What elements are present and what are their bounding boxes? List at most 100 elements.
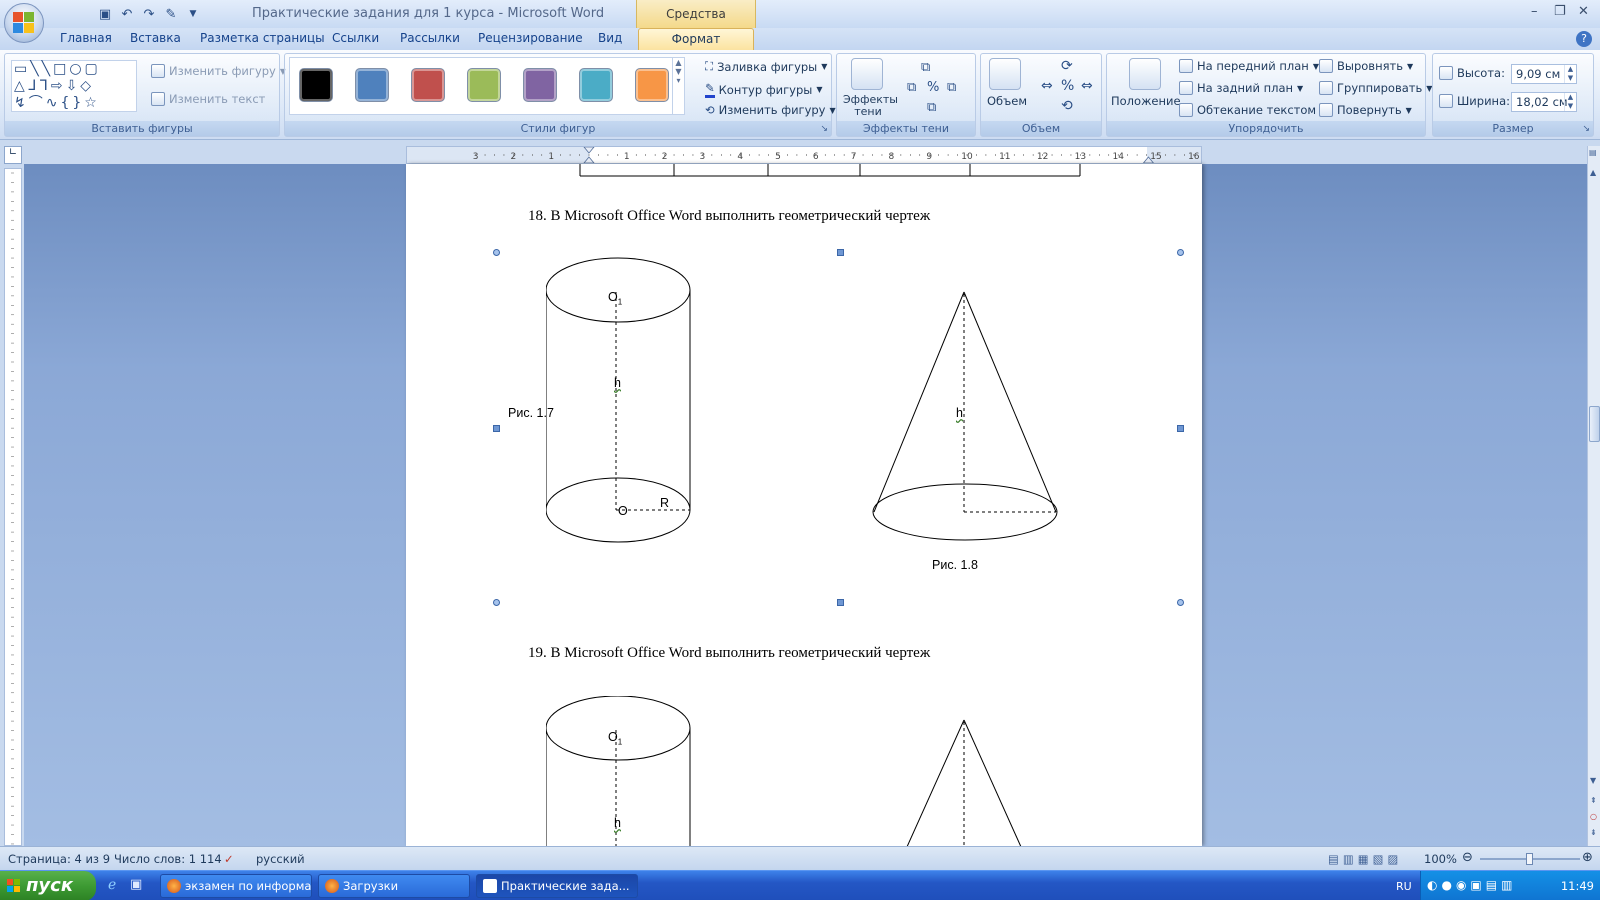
shadow-toggle-icon[interactable]: % <box>927 80 939 95</box>
align-button[interactable]: Выровнять ▼ <box>1319 59 1413 73</box>
browse-object-icon[interactable]: ○ <box>1590 812 1597 821</box>
vertical-ruler[interactable] <box>4 168 22 846</box>
style-swatch-green[interactable] <box>467 68 501 102</box>
horizontal-ruler[interactable]: 3211234567891011121314151617 <box>406 146 1202 164</box>
customize-qat-icon[interactable]: ▼ <box>184 5 202 23</box>
shape-fill-button[interactable]: ⛶ Заливка фигуры ▼ <box>705 59 827 74</box>
selection-handle[interactable] <box>837 599 844 606</box>
style-swatch-black[interactable] <box>299 68 333 102</box>
edit-text-button[interactable]: Изменить текст <box>151 92 265 106</box>
save-icon[interactable]: ▣ <box>96 5 114 23</box>
nudge-shadow-up-icon[interactable]: ⧉ <box>921 60 930 75</box>
format-painter-icon[interactable]: ✎ <box>162 5 180 23</box>
taskbar-item-exam[interactable]: экзамен по информа... <box>160 874 312 898</box>
edit-shape-button[interactable]: Изменить фигуру ▼ <box>151 64 286 78</box>
close-icon[interactable]: ✕ <box>1578 4 1589 19</box>
selection-handle[interactable] <box>1177 599 1184 606</box>
page-count[interactable]: Страница: 4 из 9 <box>8 852 110 866</box>
tilt-down-icon[interactable]: ⟲ <box>1061 98 1073 114</box>
tab-review[interactable]: Рецензирование <box>478 31 583 45</box>
language[interactable]: русский <box>256 852 305 866</box>
shapes-gallery[interactable]: ▭╲╲□○▢ △ᒧᒣ⇨⇩◇ ↯⌒∿{}☆ <box>11 60 137 112</box>
tilt-left-icon[interactable]: ⇔ <box>1041 78 1053 94</box>
cylinder-drawing-2[interactable] <box>546 696 726 866</box>
start-button[interactable]: пуск <box>0 871 96 900</box>
tab-insert[interactable]: Вставка <box>130 31 181 45</box>
gallery-scroll-icon[interactable]: ▲ ▼ ▾ <box>672 58 684 114</box>
cone-drawing[interactable] <box>872 290 1072 550</box>
tab-view[interactable]: Вид <box>598 31 622 45</box>
redo-icon[interactable]: ↷ <box>140 5 158 23</box>
tilt-right-icon[interactable]: ⇔ <box>1081 78 1093 94</box>
height-input[interactable]: 9,09 см ▲ ▼ <box>1511 64 1577 84</box>
selection-handle[interactable] <box>493 599 500 606</box>
send-to-back-button[interactable]: На задний план ▼ <box>1179 81 1303 95</box>
tab-home[interactable]: Главная <box>60 31 112 45</box>
scroll-down-icon[interactable]: ▼ <box>1590 776 1596 785</box>
word-count[interactable]: Число слов: 1 114 <box>114 852 222 866</box>
proofing-icon[interactable]: ✓ <box>224 852 234 866</box>
tilt-up-icon[interactable]: ⟳ <box>1061 58 1073 74</box>
taskbar-item-downloads[interactable]: Загрузки <box>318 874 470 898</box>
cone-drawing-2[interactable] <box>872 718 1072 858</box>
undo-icon[interactable]: ↶ <box>118 5 136 23</box>
tab-selector-icon[interactable]: ∟ <box>4 146 22 164</box>
selection-handle[interactable] <box>837 249 844 256</box>
zoom-knob[interactable] <box>1526 853 1533 865</box>
vertical-scrollbar[interactable]: ▤ ▲ ▼ ⇞ ○ ⇟ <box>1587 146 1600 846</box>
taskbar-item-word[interactable]: Практические зада... <box>476 874 638 898</box>
text-wrap-button[interactable]: Обтекание текстом▼ <box>1179 103 1326 117</box>
next-page-icon[interactable]: ⇟ <box>1590 828 1597 837</box>
rotate-button[interactable]: Повернуть ▼ <box>1319 103 1412 117</box>
minimize-icon[interactable]: – <box>1531 4 1538 19</box>
zoom-out-icon[interactable]: ⊖ <box>1462 850 1473 865</box>
tab-format[interactable]: Формат <box>638 28 754 50</box>
3d-toggle-icon[interactable]: % <box>1061 78 1074 94</box>
zoom-in-icon[interactable]: ⊕ <box>1582 850 1593 865</box>
tray-icons[interactable]: ◐●◉▣▤▥ <box>1427 878 1516 892</box>
selection-handle[interactable] <box>1177 249 1184 256</box>
selection-handle[interactable] <box>493 249 500 256</box>
previous-page-icon[interactable]: ⇞ <box>1590 796 1597 805</box>
document-page[interactable]: 18. В Microsoft Office Word выполнить ге… <box>406 164 1202 866</box>
nudge-shadow-left-icon[interactable]: ⧉ <box>907 80 916 95</box>
dialog-launcher-icon[interactable]: ↘ <box>820 124 828 134</box>
ruler-toggle-icon[interactable]: ▤ <box>1589 148 1597 157</box>
change-shape-button[interactable]: ⟲ Изменить фигуру ▼ <box>705 103 836 117</box>
scroll-thumb[interactable] <box>1589 406 1600 442</box>
tab-mailings[interactable]: Рассылки <box>400 31 460 45</box>
tab-references[interactable]: Ссылки <box>332 31 379 45</box>
ie-quicklaunch-icon[interactable]: ℯ <box>108 877 116 893</box>
restore-icon[interactable]: ❐ <box>1554 4 1566 19</box>
office-button[interactable] <box>4 3 44 43</box>
nudge-shadow-down-icon[interactable]: ⧉ <box>927 100 936 115</box>
zoom-level[interactable]: 100% <box>1424 852 1457 866</box>
shape-outline-button[interactable]: ✎ Контур фигуры ▼ <box>705 81 823 98</box>
position-button[interactable]: Положение <box>1111 94 1181 108</box>
selection-handle[interactable] <box>493 425 500 432</box>
height-spinner-icon[interactable]: ▲ ▼ <box>1564 65 1576 83</box>
group-button[interactable]: Группировать ▼ <box>1319 81 1432 95</box>
nudge-shadow-right-icon[interactable]: ⧉ <box>947 80 956 95</box>
volume-button[interactable]: Объем <box>987 94 1027 108</box>
size-dialog-launcher-icon[interactable]: ↘ <box>1582 124 1590 134</box>
width-spinner-icon[interactable]: ▲ ▼ <box>1564 93 1576 111</box>
style-swatch-blue[interactable] <box>355 68 389 102</box>
style-swatch-aqua[interactable] <box>579 68 613 102</box>
tab-page-layout[interactable]: Разметка страницы <box>200 31 325 45</box>
zoom-slider[interactable] <box>1480 853 1580 865</box>
show-desktop-icon[interactable]: ▣ <box>130 877 142 892</box>
help-icon[interactable]: ? <box>1576 31 1592 47</box>
style-swatch-orange[interactable] <box>635 68 669 102</box>
style-swatch-purple[interactable] <box>523 68 557 102</box>
input-language[interactable]: RU <box>1396 880 1412 893</box>
clock[interactable]: 11:49 <box>1561 879 1594 893</box>
width-input[interactable]: 18,02 см ▲ ▼ <box>1511 92 1577 112</box>
scroll-up-icon[interactable]: ▲ <box>1590 168 1596 177</box>
style-swatch-red[interactable] <box>411 68 445 102</box>
bring-to-front-button[interactable]: На передний план ▼ <box>1179 59 1319 73</box>
shadow-effects-button[interactable]: Эффекты тени <box>843 94 898 118</box>
view-buttons-icon[interactable]: ▤▥▦▧▨ <box>1328 852 1402 866</box>
selection-handle[interactable] <box>1177 425 1184 432</box>
cylinder-drawing[interactable] <box>546 254 726 554</box>
